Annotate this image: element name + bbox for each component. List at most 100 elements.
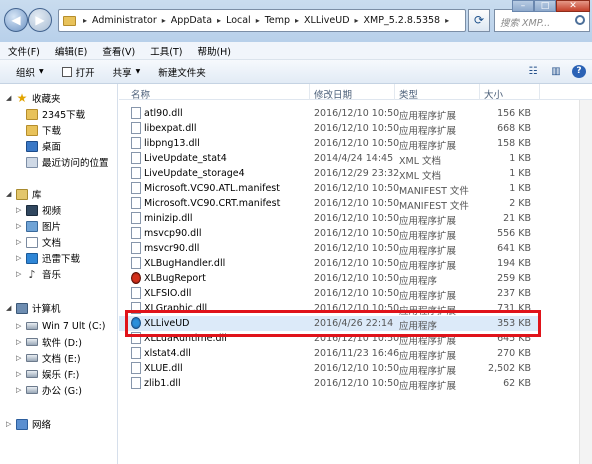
breadcrumb-item[interactable]: Temp [263, 15, 292, 26]
file-type: MANIFEST 文件 [399, 201, 469, 212]
nav-drive-f[interactable]: ▷ 娱乐 (F:) [16, 366, 79, 382]
annotation-highlight-box [125, 310, 541, 337]
nav-item-documents[interactable]: ▷ 文档 [16, 234, 61, 250]
bug-report-icon [131, 272, 141, 284]
file-date: 2016/12/10 10:50 [314, 273, 400, 284]
file-row[interactable]: xlstat4.dll 2016/11/23 16:46 应用程序扩展 270 KB [119, 346, 539, 362]
file-row[interactable]: XLFSIO.dll 2016/12/10 10:50 应用程序扩展 237 KB [119, 286, 539, 302]
navigation-pane: ◢ ★ 收藏夹 2345下载 下载 桌面 最近访问的位置 ◢ 库 ▷ 视频 ▷ 图片 ▷ 文… [0, 84, 118, 464]
menu-edit[interactable]: 编辑(E) [55, 44, 87, 58]
file-date: 2016/12/29 23:32 [314, 168, 400, 179]
preview-pane-icon[interactable]: ▥ [549, 65, 563, 78]
nav-item-videos[interactable]: ▷ 视频 [16, 202, 61, 218]
column-header-name[interactable]: 名称 [131, 87, 150, 101]
column-header-size[interactable]: 大小 [484, 87, 503, 101]
column-divider[interactable] [394, 84, 395, 100]
file-name: Microsoft.VC90.CRT.manifest [144, 198, 281, 209]
view-options-icon[interactable]: ☷ [526, 65, 540, 78]
recent-places-icon [26, 156, 38, 168]
nav-drive-c[interactable]: ▷ Win 7 Ult (C:) [16, 318, 106, 334]
organize-button[interactable]: 组织 ▼ [16, 65, 44, 79]
file-row[interactable]: LiveUpdate_storage4 2016/12/29 23:32 XML 文… [119, 166, 539, 182]
dll-file-icon [131, 227, 141, 239]
file-row[interactable]: Microsoft.VC90.ATL.manifest 2016/12/10 10… [119, 181, 539, 197]
file-size: 194 KB [497, 258, 531, 269]
nav-item-pictures[interactable]: ▷ 图片 [16, 218, 61, 234]
nav-drive-g[interactable]: ▷ 办公 (G:) [16, 382, 82, 398]
new-folder-button[interactable]: 新建文件夹 [158, 65, 206, 79]
file-row[interactable]: zlib1.dll 2016/12/10 10:50 应用程序扩展 62 KB [119, 376, 539, 392]
menu-file[interactable]: 文件(F) [8, 44, 40, 58]
menu-view[interactable]: 查看(V) [102, 44, 135, 58]
forward-button[interactable]: ▶ [28, 8, 52, 32]
picture-icon [26, 220, 38, 232]
dll-file-icon [131, 212, 141, 224]
breadcrumb-item[interactable]: Local [224, 15, 253, 26]
vertical-scrollbar[interactable] [579, 100, 592, 464]
file-row[interactable]: msvcp90.dll 2016/12/10 10:50 应用程序扩展 556 KB [119, 226, 539, 242]
column-divider[interactable] [309, 84, 310, 100]
expand-icon: ◢ [6, 190, 12, 198]
nav-drive-e[interactable]: ▷ 文档 (E:) [16, 350, 81, 366]
file-type: 应用程序扩展 [399, 111, 457, 122]
column-divider[interactable] [539, 84, 540, 100]
file-row[interactable]: libexpat.dll 2016/12/10 10:50 应用程序扩展 668 KB [119, 121, 539, 137]
expand-arrow-icon: ▷ [16, 270, 22, 278]
nav-network[interactable]: ▷ 网络 [6, 416, 51, 432]
file-row[interactable]: atl90.dll 2016/12/10 10:50 应用程序扩展 156 KB [119, 106, 539, 122]
nav-favorites[interactable]: ◢ ★ 收藏夹 [6, 90, 61, 106]
file-row[interactable]: XLBugHandler.dll 2016/12/10 10:50 应用程序扩展 19… [119, 256, 539, 272]
nav-computer[interactable]: ◢ 计算机 [6, 300, 61, 316]
file-size: 2,502 KB [488, 363, 531, 374]
nav-item-music[interactable]: ▷ ♪ 音乐 [16, 266, 61, 282]
nav-item-2345-download[interactable]: 2345下载 [26, 106, 85, 122]
file-date: 2016/12/10 10:50 [314, 198, 400, 209]
dll-file-icon [131, 362, 141, 374]
column-divider[interactable] [479, 84, 480, 100]
refresh-button[interactable]: ⟳ [468, 9, 490, 32]
nav-item-downloads[interactable]: 下载 [26, 122, 61, 138]
minimize-button[interactable]: – [512, 0, 534, 12]
file-name: XLBugHandler.dll [144, 258, 226, 269]
file-row[interactable]: XLUE.dll 2016/12/10 10:50 应用程序扩展 2,502 KB [119, 361, 539, 377]
file-row[interactable]: msvcr90.dll 2016/12/10 10:50 应用程序扩展 641 KB [119, 241, 539, 257]
file-row[interactable]: Microsoft.VC90.CRT.manifest 2016/12/10 10… [119, 196, 539, 212]
share-button[interactable]: 共享 ▼ [113, 65, 141, 79]
search-input[interactable]: 搜索 XMP... [494, 9, 590, 32]
menu-help[interactable]: 帮助(H) [197, 44, 231, 58]
address-bar[interactable]: ▸ Administrator ▸ AppData ▸ Local ▸ Temp… [58, 9, 466, 32]
file-row[interactable]: minizip.dll 2016/12/10 10:50 应用程序扩展 21 KB [119, 211, 539, 227]
star-icon: ★ [16, 90, 28, 105]
network-icon [16, 418, 28, 430]
nav-item-recent[interactable]: 最近访问的位置 [26, 154, 109, 170]
drive-icon [26, 354, 38, 362]
breadcrumb-item[interactable]: Administrator [90, 15, 159, 26]
file-row[interactable]: XLBugReport 2016/12/10 10:50 应用程序 259 KB [119, 271, 539, 287]
column-header-date[interactable]: 修改日期 [314, 87, 352, 101]
nav-item-desktop[interactable]: 桌面 [26, 138, 61, 154]
file-size: 1 KB [509, 183, 531, 194]
back-button[interactable]: ◀ [4, 8, 28, 32]
breadcrumb-arrow-icon: ▸ [445, 16, 450, 25]
organize-label: 组织 [16, 67, 36, 79]
column-header-type[interactable]: 类型 [399, 87, 418, 101]
nav-library[interactable]: ◢ 库 [6, 186, 42, 202]
file-row[interactable]: LiveUpdate_stat4 2014/4/24 14:45 XML 文档 1 K… [119, 151, 539, 167]
breadcrumb-item[interactable]: XMP_5.2.8.5358 [362, 15, 443, 26]
help-icon[interactable]: ? [572, 65, 586, 78]
nav-item-xunlei-downloads[interactable]: ▷ 迅雷下载 [16, 250, 80, 266]
maximize-button[interactable]: □ [534, 0, 556, 12]
close-button[interactable]: ✕ [556, 0, 590, 12]
breadcrumb-item[interactable]: AppData [169, 15, 214, 26]
breadcrumb-arrow-icon: ▸ [295, 16, 300, 25]
nav-drive-d[interactable]: ▷ 软件 (D:) [16, 334, 82, 350]
folder-icon [63, 15, 76, 26]
file-date: 2016/12/10 10:50 [314, 123, 400, 134]
breadcrumb-item[interactable]: XLLiveUD [302, 15, 351, 26]
file-row[interactable]: libpng13.dll 2016/12/10 10:50 应用程序扩展 158 KB [119, 136, 539, 152]
file-type: 应用程序扩展 [399, 381, 457, 392]
title-bar: ◀ ▶ ▸ Administrator ▸ AppData ▸ Local ▸ … [0, 0, 592, 42]
expand-arrow-icon: ▷ [6, 420, 12, 428]
open-button[interactable]: 打开 [61, 65, 95, 79]
menu-tools[interactable]: 工具(T) [150, 44, 182, 58]
